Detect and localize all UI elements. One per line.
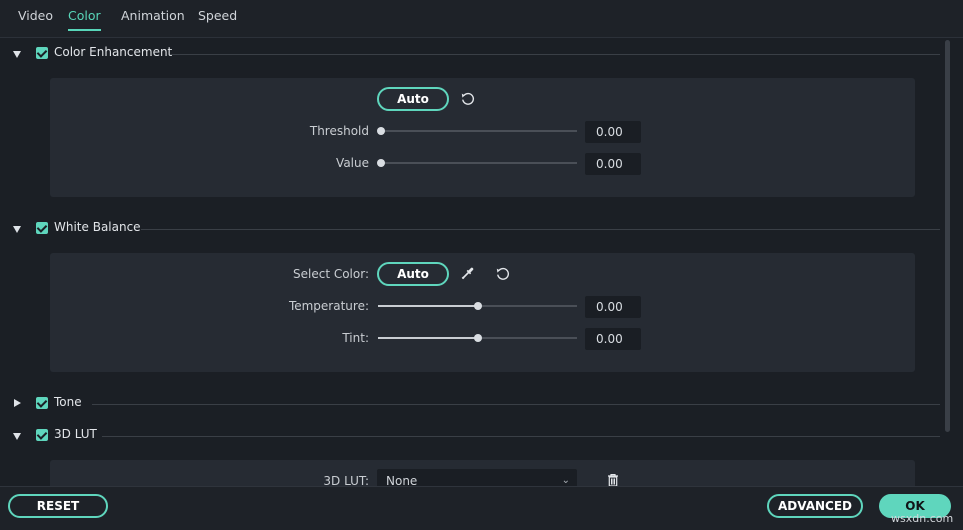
temperature-slider-fill: [378, 305, 478, 307]
color-enhancement-panel: Auto Threshold 0.00 Value 0.00: [50, 78, 915, 197]
chevron-down-icon: ⌄: [561, 475, 570, 486]
temperature-slider[interactable]: [378, 302, 577, 310]
caret-down-icon[interactable]: [13, 51, 21, 58]
watermark-text: wsxdn.com: [891, 512, 954, 525]
caret-right-icon[interactable]: [14, 399, 21, 407]
checkbox-checked-icon[interactable]: [36, 47, 48, 59]
properties-panel: Color Enhancement Auto Threshold 0.00 Va…: [0, 39, 963, 486]
value-label: Value: [336, 156, 369, 170]
footer-bar: RESET ADVANCED OK: [0, 486, 963, 530]
section-title-white-balance: White Balance: [54, 220, 141, 234]
temperature-slider-knob[interactable]: [473, 302, 482, 310]
tab-speed[interactable]: Speed: [198, 8, 237, 23]
tab-animation[interactable]: Animation: [121, 8, 185, 23]
3d-lut-panel: 3D LUT: None ⌄: [50, 460, 915, 486]
reset-icon[interactable]: [495, 266, 511, 285]
threshold-label: Threshold: [309, 124, 369, 138]
section-title-tone: Tone: [54, 395, 82, 409]
tint-label: Tint:: [342, 331, 369, 345]
value-slider-knob[interactable]: [377, 159, 385, 167]
caret-down-icon[interactable]: [13, 226, 21, 233]
white-balance-panel: Select Color: Auto Temperature: 0.00 Tin…: [50, 253, 915, 372]
select-color-label: Select Color:: [293, 267, 369, 281]
section-divider: [92, 404, 940, 405]
section-title-3d-lut: 3D LUT: [54, 427, 97, 441]
caret-down-icon[interactable]: [13, 433, 21, 440]
section-3d-lut-header[interactable]: 3D LUT: [0, 426, 940, 446]
tint-slider-fill: [378, 337, 478, 339]
checkbox-checked-icon[interactable]: [36, 429, 48, 441]
3d-lut-select[interactable]: None ⌄: [377, 469, 577, 486]
3d-lut-selected-value: None: [386, 474, 418, 486]
threshold-slider[interactable]: [377, 127, 577, 135]
section-title-color-enhancement: Color Enhancement: [54, 45, 173, 59]
advanced-button[interactable]: ADVANCED: [767, 494, 863, 518]
temperature-label: Temperature:: [288, 299, 369, 313]
section-divider: [141, 229, 940, 230]
auto-button[interactable]: Auto: [377, 262, 449, 286]
checkbox-checked-icon[interactable]: [36, 222, 48, 234]
section-divider: [102, 436, 940, 437]
threshold-slider-knob[interactable]: [377, 127, 385, 135]
trash-icon[interactable]: [605, 472, 621, 486]
section-color-enhancement-header[interactable]: Color Enhancement: [0, 44, 940, 64]
3d-lut-label: 3D LUT:: [323, 474, 369, 486]
scrollbar[interactable]: [945, 40, 950, 432]
value-slider[interactable]: [377, 159, 577, 167]
auto-button[interactable]: Auto: [377, 87, 449, 111]
value-value-input[interactable]: 0.00: [585, 153, 641, 175]
tab-color[interactable]: Color: [68, 8, 101, 31]
tab-bar: Video Color Animation Speed: [0, 0, 963, 38]
checkbox-checked-icon[interactable]: [36, 397, 48, 409]
section-white-balance-header[interactable]: White Balance: [0, 219, 940, 239]
tint-value-input[interactable]: 0.00: [585, 328, 641, 350]
reset-button[interactable]: RESET: [8, 494, 108, 518]
temperature-value-input[interactable]: 0.00: [585, 296, 641, 318]
reset-icon[interactable]: [460, 91, 476, 110]
section-divider: [170, 54, 940, 55]
threshold-value-input[interactable]: 0.00: [585, 121, 641, 143]
section-tone-header[interactable]: Tone: [0, 394, 940, 414]
tint-slider[interactable]: [378, 334, 577, 342]
eyedropper-icon[interactable]: [460, 265, 476, 284]
tab-video[interactable]: Video: [18, 8, 53, 23]
tint-slider-knob[interactable]: [473, 334, 482, 342]
